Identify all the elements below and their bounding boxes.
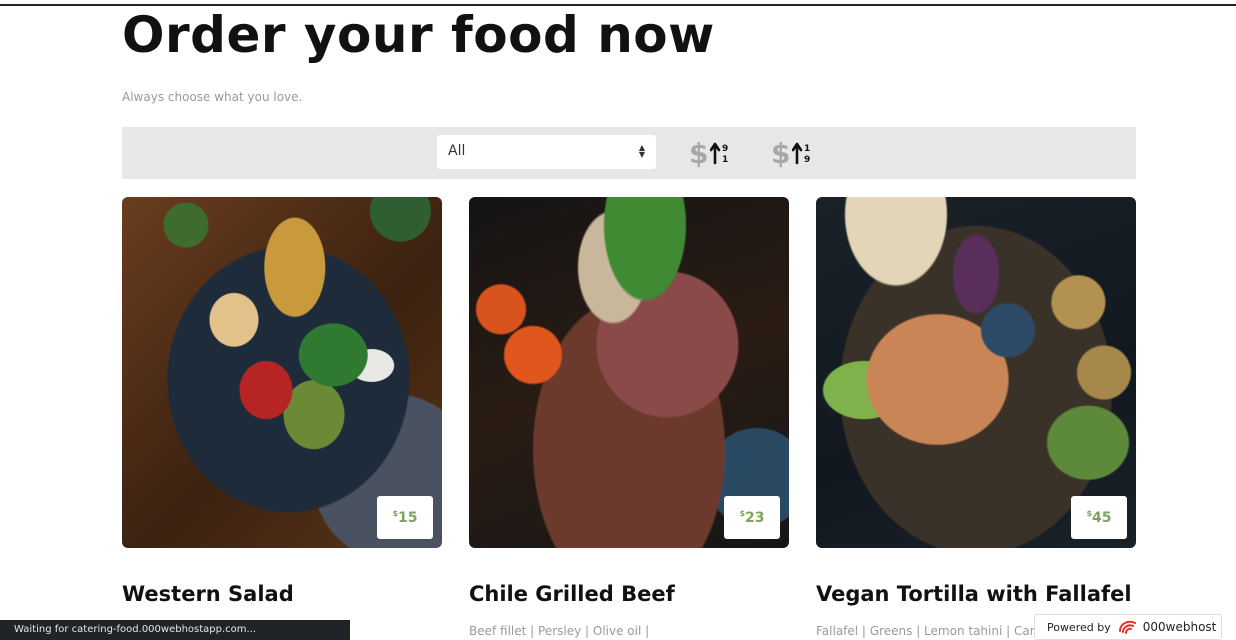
category-select[interactable]: All ▲ ▼ [437, 135, 656, 169]
food-title[interactable]: Western Salad [122, 582, 442, 606]
sort-ascending-icon: 9 1 [710, 142, 729, 165]
food-image-vegan-tortilla[interactable]: $45 [816, 197, 1136, 548]
filter-bar: All ▲ ▼ $ 9 1 $ 1 9 [122, 127, 1136, 179]
price-tag: $23 [724, 496, 780, 539]
svg-text:9: 9 [804, 155, 810, 165]
food-card[interactable]: $15 Western Salad Chickpeas | Olives | B… [122, 197, 442, 638]
sort-price-descending-button[interactable]: $ 1 9 [771, 136, 812, 170]
food-image-chile-grilled-beef[interactable]: $23 [469, 197, 789, 548]
food-card[interactable]: $45 Vegan Tortilla with Fallafel Fallafe… [816, 197, 1136, 638]
powered-by-label: Powered by [1047, 620, 1111, 634]
price-tag: $45 [1071, 496, 1127, 539]
food-ingredients: Beef fillet | Persley | Olive oil | [469, 624, 650, 638]
food-image-western-salad[interactable]: $15 [122, 197, 442, 548]
svg-text:1: 1 [804, 144, 810, 154]
browser-status-bar: Waiting for catering-food.000webhostapp.… [0, 620, 350, 640]
category-select-value: All [448, 143, 466, 159]
svg-text:9: 9 [722, 144, 728, 154]
page-title: Order your food now [122, 6, 715, 64]
food-title[interactable]: Vegan Tortilla with Fallafel [816, 582, 1136, 606]
select-arrows-icon: ▲ ▼ [638, 143, 645, 159]
svg-text:1: 1 [722, 155, 728, 165]
powered-by-badge[interactable]: Powered by 000webhost [1034, 614, 1222, 640]
price-tag: $15 [377, 496, 433, 539]
000webhost-brand: 000webhost [1142, 620, 1217, 634]
sort-descending-icon: 1 9 [792, 142, 811, 165]
food-title[interactable]: Chile Grilled Beef [469, 582, 789, 606]
dollar-icon: $ [689, 136, 709, 170]
000webhost-logo-icon [1118, 620, 1136, 634]
sort-price-ascending-button[interactable]: $ 9 1 [689, 136, 730, 170]
page-subtitle: Always choose what you love. [122, 90, 303, 104]
dollar-icon: $ [771, 136, 791, 170]
food-card[interactable]: $23 Chile Grilled Beef Beef fillet | Per… [469, 197, 789, 638]
